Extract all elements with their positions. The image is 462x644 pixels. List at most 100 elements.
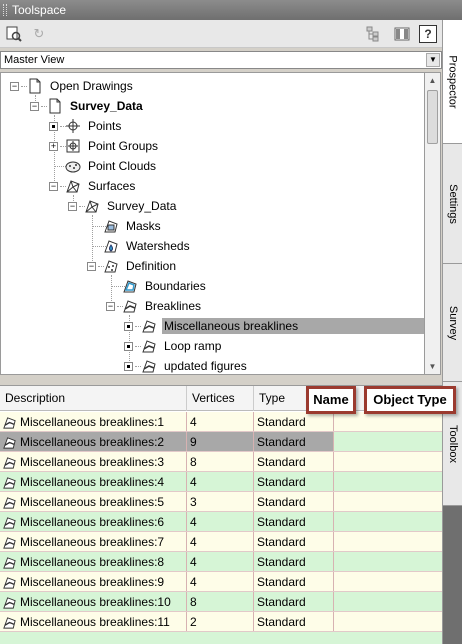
collapse-toggle[interactable]: − <box>68 202 77 211</box>
table-row[interactable]: Miscellaneous breaklines:7 4 Standard <box>0 532 442 552</box>
cell-empty[interactable] <box>334 472 442 492</box>
prospector-tree[interactable]: − Open Drawings − Survey_Data Points + P… <box>0 72 425 375</box>
cell-description[interactable]: Miscellaneous breaklines:11 <box>0 612 187 632</box>
tab-prospector[interactable]: Prospector <box>443 20 462 144</box>
table-row[interactable]: Miscellaneous breaklines:2 9 Standard <box>0 432 442 452</box>
help-button[interactable]: ? <box>419 25 437 43</box>
cell-type[interactable]: Standard <box>254 492 334 512</box>
cell-type[interactable]: Standard <box>254 472 334 492</box>
expand-toggle[interactable]: + <box>49 142 58 151</box>
cell-type[interactable]: Standard <box>254 612 334 632</box>
cell-description[interactable]: Miscellaneous breaklines:10 <box>0 592 187 612</box>
tree-node-loop-ramp[interactable]: Loop ramp <box>1 336 223 356</box>
scroll-thumb[interactable] <box>427 90 438 144</box>
cell-type[interactable]: Standard <box>254 532 334 552</box>
tree-node-open-drawings[interactable]: − Open Drawings <box>1 76 135 96</box>
cell-type[interactable]: Standard <box>254 512 334 532</box>
cell-empty[interactable] <box>334 552 442 572</box>
cell-empty[interactable] <box>334 432 442 452</box>
tree-node-masks[interactable]: Masks <box>1 216 163 236</box>
cell-vertices[interactable]: 3 <box>187 492 254 512</box>
cell-vertices[interactable]: 9 <box>187 432 254 452</box>
table-row[interactable]: Miscellaneous breaklines:1 4 Standard <box>0 412 442 432</box>
cell-description[interactable]: Miscellaneous breaklines:2 <box>0 432 187 452</box>
tab-survey[interactable]: Survey <box>443 264 462 382</box>
cell-empty[interactable] <box>334 592 442 612</box>
cell-description[interactable]: Miscellaneous breaklines:8 <box>0 552 187 572</box>
grip-icon[interactable] <box>3 4 7 16</box>
expand-toggle[interactable] <box>124 322 133 331</box>
cell-type[interactable]: Standard <box>254 592 334 612</box>
tree-node-drawing[interactable]: − Survey_Data <box>1 96 145 116</box>
cell-empty[interactable] <box>334 512 442 532</box>
cell-vertices[interactable]: 4 <box>187 512 254 532</box>
cell-description[interactable]: Miscellaneous breaklines:3 <box>0 452 187 472</box>
cell-description[interactable]: Miscellaneous breaklines:9 <box>0 572 187 592</box>
tree-node-points[interactable]: Points <box>1 116 123 136</box>
tree-node-breaklines[interactable]: − Breaklines <box>1 296 203 316</box>
collapse-toggle[interactable]: − <box>10 82 19 91</box>
table-row[interactable]: Miscellaneous breaklines:8 4 Standard <box>0 552 442 572</box>
expand-toggle[interactable] <box>124 362 133 371</box>
cell-empty[interactable] <box>334 532 442 552</box>
cell-description[interactable]: Miscellaneous breaklines:5 <box>0 492 187 512</box>
cell-vertices[interactable]: 4 <box>187 472 254 492</box>
table-row[interactable]: Miscellaneous breaklines:3 8 Standard <box>0 452 442 472</box>
collapse-toggle[interactable]: − <box>30 102 39 111</box>
cell-empty[interactable] <box>334 492 442 512</box>
cell-empty[interactable] <box>334 612 442 632</box>
column-header-vertices[interactable]: Vertices <box>187 386 254 411</box>
hierarchy-icon[interactable] <box>364 25 382 43</box>
cell-empty[interactable] <box>334 412 442 432</box>
window-title-bar[interactable]: Toolspace <box>0 0 442 20</box>
collapse-toggle[interactable]: − <box>106 302 115 311</box>
cell-description[interactable]: Miscellaneous breaklines:6 <box>0 512 187 532</box>
tree-node-misc-breaklines[interactable]: Miscellaneous breaklines <box>1 316 424 336</box>
cell-description[interactable]: Miscellaneous breaklines:4 <box>0 472 187 492</box>
cell-vertices[interactable]: 8 <box>187 452 254 472</box>
table-row[interactable]: Miscellaneous breaklines:5 3 Standard <box>0 492 442 512</box>
cell-type[interactable]: Standard <box>254 552 334 572</box>
scroll-up-icon[interactable]: ▲ <box>425 73 440 88</box>
cell-empty[interactable] <box>334 572 442 592</box>
table-row[interactable]: Miscellaneous breaklines:6 4 Standard <box>0 512 442 532</box>
tree-node-watersheds[interactable]: Watersheds <box>1 236 192 256</box>
cell-vertices[interactable]: 2 <box>187 612 254 632</box>
scroll-down-icon[interactable]: ▼ <box>425 359 440 374</box>
cell-vertices[interactable]: 8 <box>187 592 254 612</box>
collapse-toggle[interactable]: − <box>87 262 96 271</box>
tree-node-surfaces[interactable]: − Surfaces <box>1 176 137 196</box>
tree-node-boundaries[interactable]: Boundaries <box>1 276 208 296</box>
table-row[interactable]: Miscellaneous breaklines:11 2 Standard <box>0 612 442 632</box>
cell-type[interactable]: Standard <box>254 432 334 452</box>
expand-toggle[interactable] <box>49 122 58 131</box>
tree-node-updated-figures[interactable]: updated figures <box>1 356 249 374</box>
cell-vertices[interactable]: 4 <box>187 532 254 552</box>
tree-node-point-groups[interactable]: + Point Groups <box>1 136 160 156</box>
cell-description[interactable]: Miscellaneous breaklines:7 <box>0 532 187 552</box>
cell-vertices[interactable]: 4 <box>187 552 254 572</box>
cell-description[interactable]: Miscellaneous breaklines:1 <box>0 412 187 432</box>
cell-type[interactable]: Standard <box>254 452 334 472</box>
panel-splitter[interactable] <box>0 376 442 385</box>
table-row[interactable]: Miscellaneous breaklines:9 4 Standard <box>0 572 442 592</box>
expand-toggle[interactable] <box>124 342 133 351</box>
column-header-description[interactable]: Description <box>0 386 187 411</box>
cell-vertices[interactable]: 4 <box>187 572 254 592</box>
tree-node-definition[interactable]: − Definition <box>1 256 178 276</box>
cell-type[interactable]: Standard <box>254 572 334 592</box>
item-view-icon[interactable] <box>5 25 23 43</box>
table-row[interactable]: Miscellaneous breaklines:4 4 Standard <box>0 472 442 492</box>
cell-empty[interactable] <box>334 452 442 472</box>
collapse-toggle[interactable]: − <box>49 182 58 191</box>
tree-node-surface[interactable]: − Survey_Data <box>1 196 178 216</box>
panel-layout-icon[interactable] <box>393 25 411 43</box>
breaklines-table[interactable]: Description Vertices Type Miscellaneous … <box>0 385 442 644</box>
refresh-icon[interactable]: ↻ <box>30 25 48 43</box>
chevron-down-icon[interactable]: ▼ <box>426 53 440 67</box>
tab-settings[interactable]: Settings <box>443 144 462 264</box>
table-row[interactable]: Miscellaneous breaklines:10 8 Standard <box>0 592 442 612</box>
tree-node-point-clouds[interactable]: Point Clouds <box>1 156 158 176</box>
cell-vertices[interactable]: 4 <box>187 412 254 432</box>
view-selector[interactable]: Master View ▼ <box>0 51 442 69</box>
